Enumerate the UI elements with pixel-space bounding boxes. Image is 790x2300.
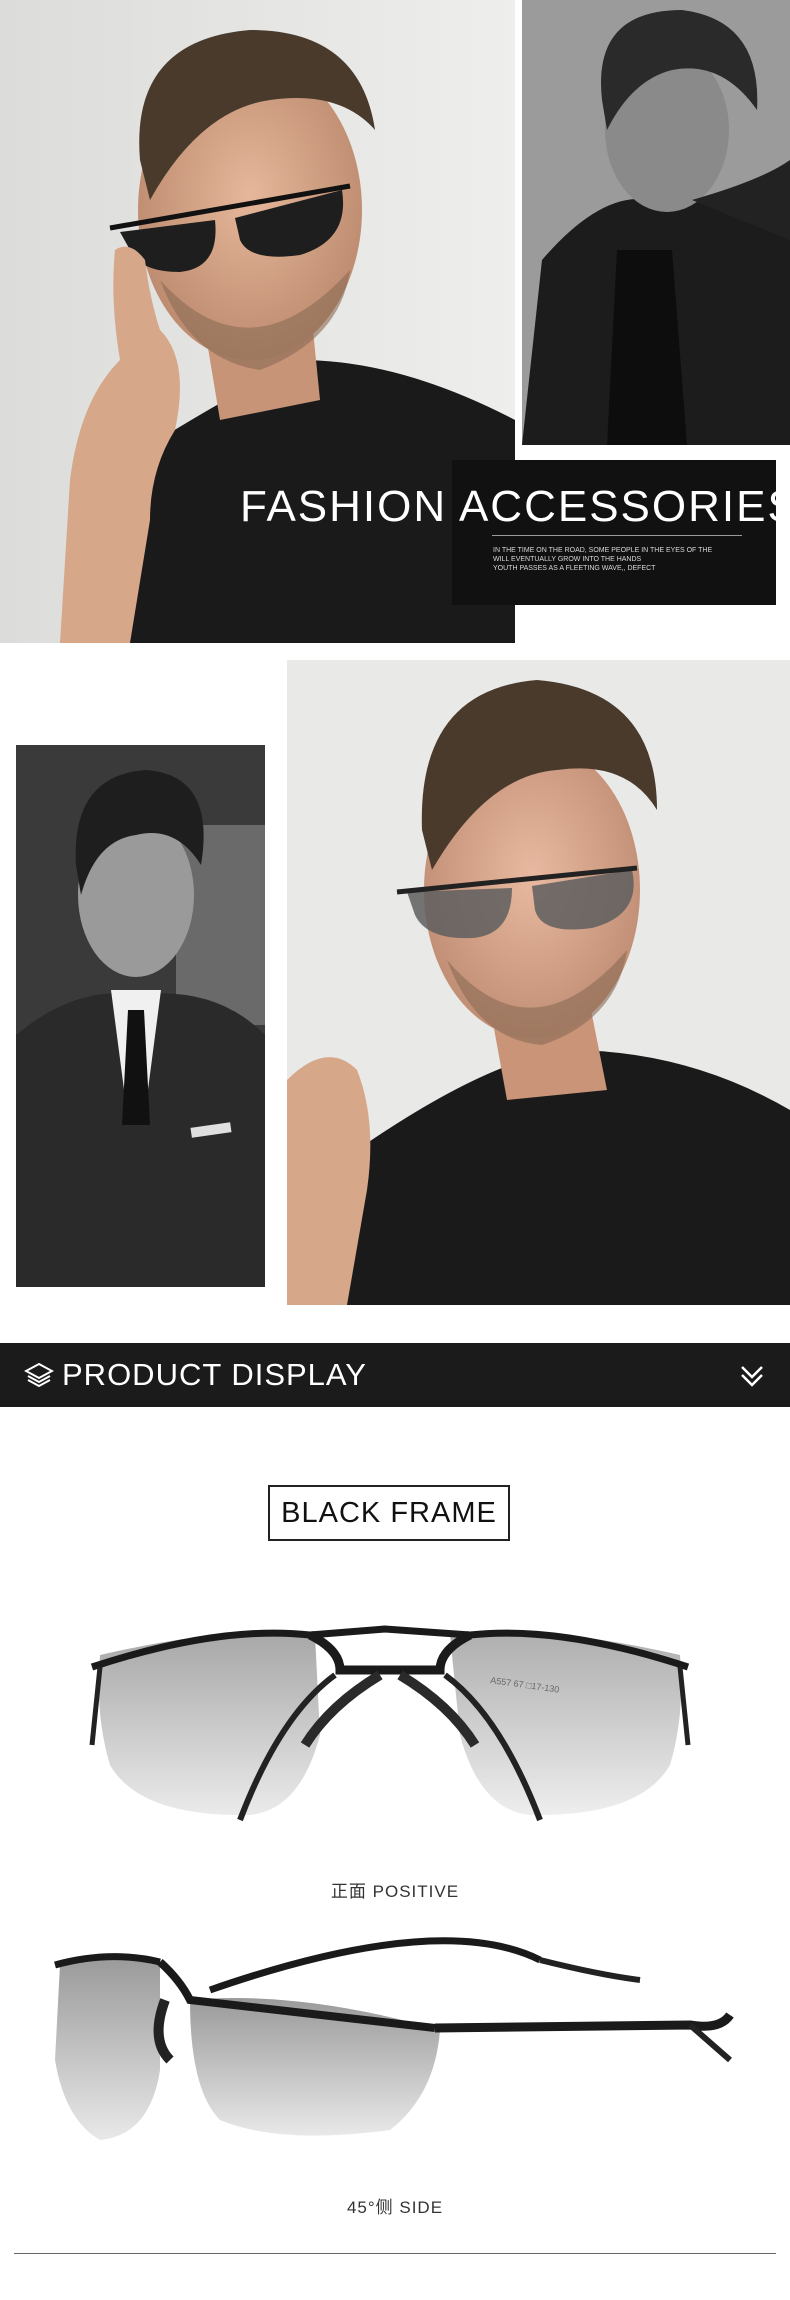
bottom-divider bbox=[14, 2253, 776, 2254]
hero-subtitle-line: IN THE TIME ON THE ROAD, SOME PEOPLE IN … bbox=[493, 547, 713, 554]
hero-subtitle: IN THE TIME ON THE ROAD, SOME PEOPLE IN … bbox=[493, 546, 753, 573]
front-view-caption: 正面 POSITIVE bbox=[330, 1882, 460, 1901]
hero-divider bbox=[492, 535, 742, 536]
glasses-side-view-image bbox=[40, 1920, 740, 2165]
hero-title: FASHION ACCESSORIES bbox=[240, 482, 790, 531]
hero-subtitle-line: YOUTH PASSES AS A FLEETING WAVE,, DEFECT bbox=[493, 565, 656, 572]
hero-photo-model-sunglasses bbox=[0, 0, 515, 643]
glasses-front-view-image: A557 67 □17-130 bbox=[80, 1595, 700, 1835]
product-display-bar: PRODUCT DISPLAY bbox=[0, 1343, 790, 1407]
photo-model-photochromic bbox=[287, 660, 790, 1305]
hero-photo-leather-jacket bbox=[522, 0, 790, 445]
product-display-title: PRODUCT DISPLAY bbox=[62, 1357, 367, 1392]
frame-color-label: BLACK FRAME bbox=[268, 1485, 510, 1541]
photo-model-suit bbox=[16, 745, 265, 1287]
hero-subtitle-line: WILL EVENTUALLY GROW INTO THE HANDS bbox=[493, 556, 642, 563]
double-chevron-down-icon[interactable] bbox=[738, 1361, 766, 1391]
side-view-caption: 45°侧 SIDE bbox=[346, 2198, 444, 2217]
layers-icon bbox=[24, 1362, 54, 1388]
